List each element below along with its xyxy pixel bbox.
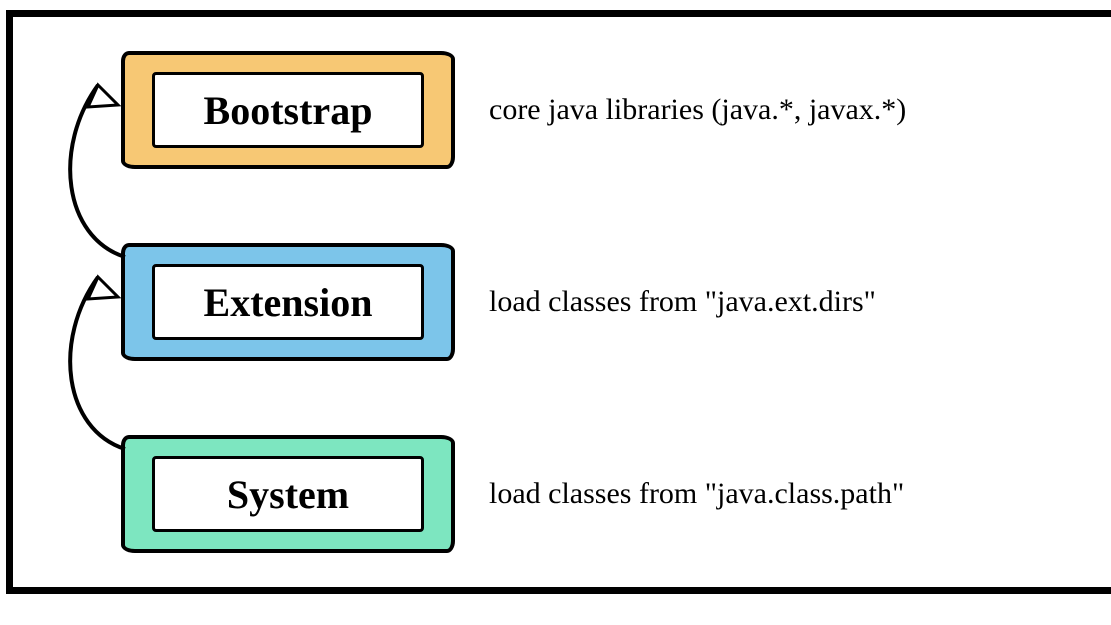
node-extension-label: Extension xyxy=(152,264,424,340)
node-system-label: System xyxy=(152,456,424,532)
diagram-panel: Bootstrap core java libraries (java.*, j… xyxy=(6,10,1111,594)
node-system-description: load classes from "java.class.path" xyxy=(489,476,904,512)
diagram-row-bootstrap: Bootstrap core java libraries (java.*, j… xyxy=(13,51,1111,169)
node-extension: Extension xyxy=(121,243,455,361)
diagram-row-system: System load classes from "java.class.pat… xyxy=(13,435,1111,553)
node-system: System xyxy=(121,435,455,553)
node-bootstrap-label: Bootstrap xyxy=(152,72,424,148)
node-extension-description: load classes from "java.ext.dirs" xyxy=(489,284,876,320)
node-bootstrap-description: core java libraries (java.*, javax.*) xyxy=(489,92,906,128)
diagram-row-extension: Extension load classes from "java.ext.di… xyxy=(13,243,1111,361)
node-bootstrap: Bootstrap xyxy=(121,51,455,169)
diagram-slide: Bootstrap core java libraries (java.*, j… xyxy=(0,0,1111,625)
